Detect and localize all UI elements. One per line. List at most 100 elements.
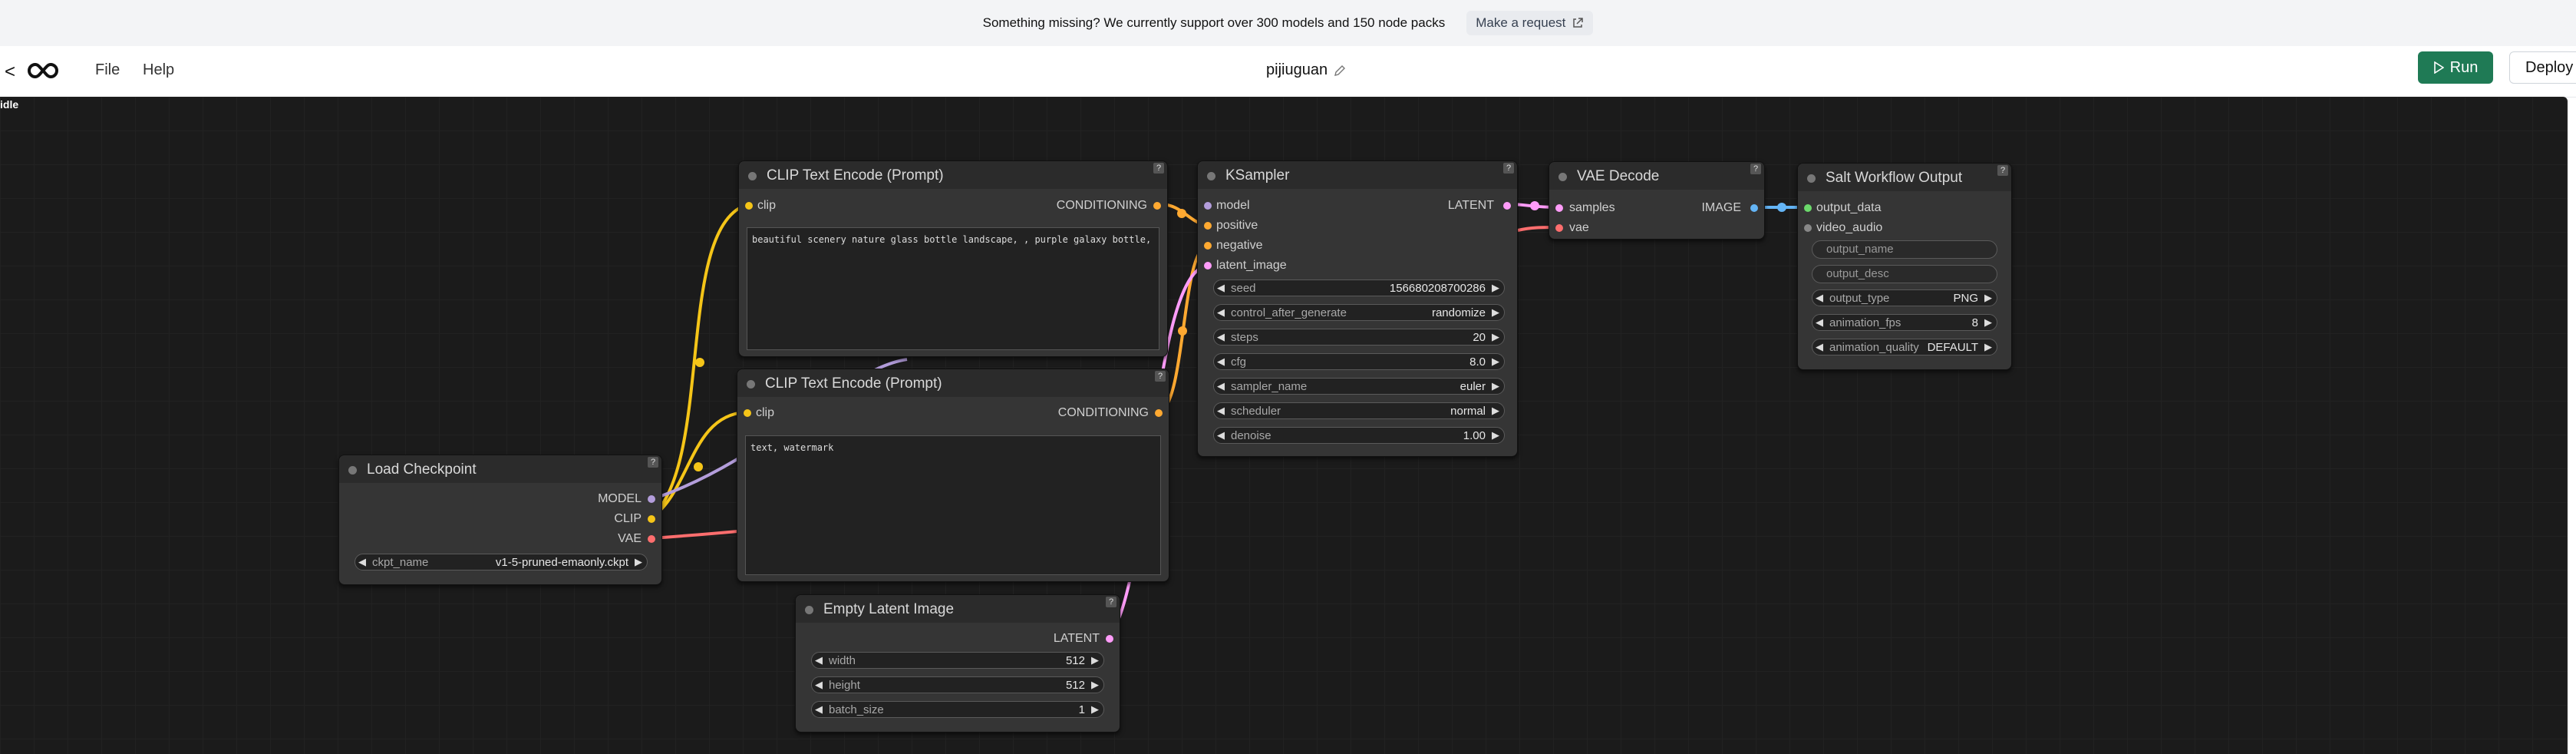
widget-denoise[interactable]: ◀ denoise 1.00 ▶ [1213, 427, 1505, 444]
widget-steps[interactable]: ◀ steps 20 ▶ [1213, 329, 1505, 346]
decrement-arrow-icon[interactable]: ◀ [815, 654, 823, 666]
input-negative-label: negative [1216, 239, 1263, 252]
increment-arrow-icon[interactable]: ▶ [1091, 654, 1099, 666]
help-icon[interactable]: ? [1153, 163, 1164, 174]
help-icon[interactable]: ? [1503, 163, 1514, 174]
collapse-dot-icon[interactable] [1558, 173, 1567, 181]
output-desc-input[interactable]: output_desc [1812, 265, 1997, 283]
workflow-title[interactable]: pijiuguan [1266, 61, 1346, 79]
collapse-dot-icon[interactable] [348, 466, 357, 475]
widget-animation-fps[interactable]: ◀ animation_fps 8 ▶ [1812, 314, 1997, 331]
input-output-data-dot[interactable] [1804, 204, 1812, 212]
decrement-arrow-icon[interactable]: ◀ [1217, 429, 1225, 441]
node-load-checkpoint[interactable]: Load Checkpoint ? MODEL CLIP VAE ◀ ckpt_… [338, 455, 662, 585]
output-name-input[interactable]: output_name [1812, 240, 1997, 259]
node-salt-workflow-output[interactable]: Salt Workflow Output ? output_data video… [1797, 163, 2012, 370]
decrement-arrow-icon[interactable]: ◀ [1217, 356, 1225, 368]
help-icon[interactable]: ? [1997, 165, 2008, 176]
output-vae-dot[interactable] [648, 535, 655, 543]
widget-seed[interactable]: ◀ seed 156680208700286 ▶ [1213, 279, 1505, 296]
decrement-arrow-icon[interactable]: ◀ [1217, 306, 1225, 319]
node-clip-text-encode-negative[interactable]: CLIP Text Encode (Prompt) ? clip CONDITI… [737, 369, 1169, 582]
node-empty-latent-image[interactable]: Empty Latent Image ? LATENT ◀ width 512 … [795, 594, 1120, 733]
output-image-label: IMAGE [1701, 201, 1741, 214]
input-positive-dot[interactable] [1204, 222, 1212, 230]
help-icon[interactable]: ? [1750, 164, 1761, 174]
widget-cfg[interactable]: ◀ cfg 8.0 ▶ [1213, 353, 1505, 370]
increment-arrow-icon[interactable]: ▶ [1492, 282, 1499, 294]
input-samples-dot[interactable] [1555, 204, 1563, 212]
prompt-textarea[interactable]: text, watermark [745, 435, 1161, 575]
help-icon[interactable]: ? [1155, 371, 1166, 382]
input-clip-dot[interactable] [744, 409, 751, 417]
increment-arrow-icon[interactable]: ▶ [1492, 356, 1499, 368]
input-negative-dot[interactable] [1204, 242, 1212, 250]
output-image-dot[interactable] [1750, 204, 1758, 212]
increment-arrow-icon[interactable]: ▶ [1091, 703, 1099, 716]
node-title: Empty Latent Image [823, 601, 955, 617]
widget-ckpt-name[interactable]: ◀ ckpt_name v1-5-pruned-emaonly.ckpt ▶ [355, 554, 648, 570]
increment-arrow-icon[interactable]: ▶ [1984, 316, 1992, 329]
decrement-arrow-icon[interactable]: ◀ [815, 703, 823, 716]
decrement-arrow-icon[interactable]: ◀ [1217, 282, 1225, 294]
run-button[interactable]: Run [2418, 51, 2493, 84]
collapse-dot-icon[interactable] [748, 172, 757, 180]
input-clip-label: clip [757, 199, 777, 212]
input-latent-image-dot[interactable] [1204, 262, 1212, 270]
decrement-arrow-icon[interactable]: ◀ [1217, 405, 1225, 417]
increment-arrow-icon[interactable]: ▶ [1492, 380, 1499, 392]
node-clip-text-encode-positive[interactable]: CLIP Text Encode (Prompt) ? clip CONDITI… [738, 160, 1168, 357]
help-icon[interactable]: ? [1106, 597, 1116, 607]
widget-sampler-name[interactable]: ◀ sampler_name euler ▶ [1213, 378, 1505, 395]
increment-arrow-icon[interactable]: ▶ [1984, 292, 1992, 304]
increment-arrow-icon[interactable]: ▶ [1492, 331, 1499, 343]
decrement-arrow-icon[interactable]: ◀ [1217, 331, 1225, 343]
prompt-textarea[interactable]: beautiful scenery nature glass bottle la… [747, 227, 1159, 350]
collapse-dot-icon[interactable] [1807, 174, 1816, 183]
increment-arrow-icon[interactable]: ▶ [1091, 679, 1099, 691]
collapse-dot-icon[interactable] [1207, 172, 1215, 180]
increment-arrow-icon[interactable]: ▶ [1492, 405, 1499, 417]
decrement-arrow-icon[interactable]: ◀ [1217, 380, 1225, 392]
output-clip-dot[interactable] [648, 515, 655, 523]
widget-height[interactable]: ◀ height 512 ▶ [811, 676, 1104, 693]
edit-pencil-icon[interactable] [1334, 64, 1346, 77]
increment-arrow-icon[interactable]: ▶ [635, 556, 642, 568]
deploy-button[interactable]: Deploy [2509, 51, 2576, 84]
decrement-arrow-icon[interactable]: ◀ [1816, 316, 1823, 329]
node-ksampler[interactable]: KSampler ? model LATENT positive negativ… [1197, 160, 1518, 457]
input-video-audio-dot[interactable] [1804, 224, 1812, 232]
input-model-dot[interactable] [1204, 202, 1212, 210]
decrement-arrow-icon[interactable]: ◀ [815, 679, 823, 691]
output-conditioning-dot[interactable] [1153, 202, 1161, 210]
increment-arrow-icon[interactable]: ▶ [1492, 429, 1499, 441]
widget-value: v1-5-pruned-emaonly.ckpt [495, 556, 628, 569]
collapse-dot-icon[interactable] [805, 606, 813, 614]
widget-output-type[interactable]: ◀ output_type PNG ▶ [1812, 289, 1997, 306]
decrement-arrow-icon[interactable]: ◀ [1816, 292, 1823, 304]
output-latent-dot[interactable] [1503, 202, 1511, 210]
node-vae-decode[interactable]: VAE Decode ? samples IMAGE vae [1549, 161, 1765, 240]
menu-help[interactable]: Help [143, 61, 174, 79]
widget-animation-quality[interactable]: ◀ animation_quality DEFAULT ▶ [1812, 339, 1997, 356]
increment-arrow-icon[interactable]: ▶ [1984, 341, 1992, 353]
back-arrow-icon[interactable]: < [5, 61, 15, 83]
widget-batch-size[interactable]: ◀ batch_size 1 ▶ [811, 701, 1104, 718]
help-icon[interactable]: ? [648, 457, 658, 468]
make-request-link[interactable]: Make a request [1466, 11, 1594, 35]
output-conditioning-dot[interactable] [1155, 409, 1163, 417]
widget-control-after-generate[interactable]: ◀ control_after_generate randomize ▶ [1213, 304, 1505, 321]
output-latent-dot[interactable] [1106, 635, 1113, 643]
input-vae-dot[interactable] [1555, 224, 1563, 232]
widget-width[interactable]: ◀ width 512 ▶ [811, 652, 1104, 669]
input-model-label: model [1216, 199, 1250, 212]
decrement-arrow-icon[interactable]: ◀ [1816, 341, 1823, 353]
widget-scheduler[interactable]: ◀ scheduler normal ▶ [1213, 402, 1505, 419]
output-model-dot[interactable] [648, 495, 655, 503]
decrement-arrow-icon[interactable]: ◀ [358, 556, 366, 568]
menu-file[interactable]: File [95, 61, 120, 79]
widget-name: sampler_name [1231, 380, 1308, 393]
collapse-dot-icon[interactable] [747, 380, 755, 389]
increment-arrow-icon[interactable]: ▶ [1492, 306, 1499, 319]
input-clip-dot[interactable] [745, 202, 753, 210]
